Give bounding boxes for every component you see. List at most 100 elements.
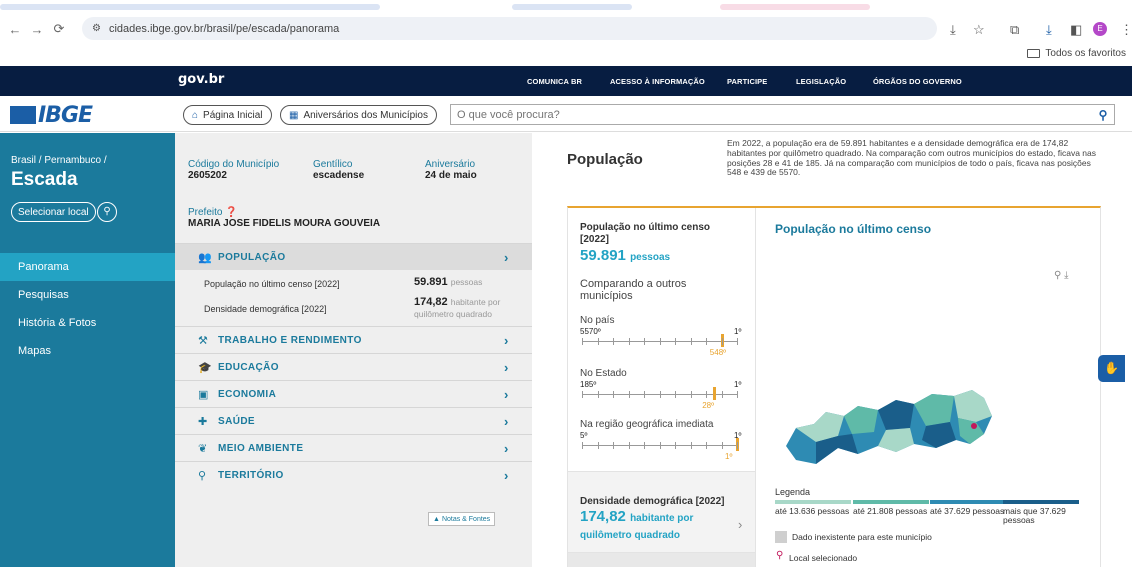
search-icon[interactable]: ⚲ (1092, 108, 1114, 122)
row-value: 59.891 pessoas (414, 276, 483, 288)
location-pin-icon[interactable]: ⚲ (97, 202, 117, 222)
url-text[interactable]: cidades.ibge.gov.br/brasil/pe/escada/pan… (109, 23, 339, 35)
topic-territorio[interactable]: ⚲ TERRITÓRIO › (175, 461, 532, 488)
ranking-tick (659, 338, 661, 345)
legend-label: mais que 37.629 pessoas (1003, 506, 1066, 526)
map-region (954, 390, 992, 422)
back-icon[interactable]: ← (4, 22, 26, 37)
density-title: Densidade demográfica [2022] (580, 496, 725, 507)
card-indicator-value: 59.891 pessoas (580, 247, 671, 264)
extensions-icon[interactable]: ⧉ (1010, 22, 1019, 38)
gov-link[interactable]: PARTICIPE (727, 77, 767, 86)
aniversario-label: Aniversário (425, 159, 476, 170)
download-icon[interactable]: ⤓ (1046, 22, 1052, 38)
help-icon: ❓ (225, 207, 238, 218)
chevron-right-icon: › (504, 440, 509, 456)
menu-icon[interactable]: ⋮ (1120, 22, 1132, 38)
chevron-right-icon: › (504, 413, 509, 429)
health-icon: ✚ (198, 415, 208, 428)
ranking-max: 1º (734, 327, 742, 336)
code-value: 2605202 (188, 170, 227, 181)
breadcrumb[interactable]: Brasil / Pernambuco / (11, 155, 107, 166)
population-card: População no último censo [2022] 59.891 … (567, 206, 1101, 567)
next-card-stub[interactable] (568, 553, 755, 567)
legend-color-bar (853, 500, 929, 504)
ranking-tick (597, 338, 599, 345)
row-label: População no último censo [2022] (204, 279, 340, 289)
legend-label: até 21.808 pessoas (853, 506, 928, 516)
home-button[interactable]: ⌂ Página Inicial (183, 105, 272, 125)
topic-educacao[interactable]: 🎓 EDUCAÇÃO › (175, 353, 532, 380)
municipio-panel: Código do Município 2605202 Gentílico es… (175, 133, 532, 567)
worker-icon: ⚒ (198, 334, 208, 347)
search-input[interactable] (451, 105, 1092, 124)
ranking-tick (690, 338, 692, 345)
money-icon: ▣ (198, 388, 209, 401)
ranking-tick (597, 442, 599, 449)
code-label: Código do Município (188, 159, 280, 170)
ranking-tick (690, 442, 692, 449)
row-label: Densidade demográfica [2022] (204, 304, 327, 314)
notes-button[interactable]: ▲ Notas & Fontes (428, 512, 496, 526)
topic-label: TERRITÓRIO (218, 469, 284, 481)
zoom-icon[interactable]: ⚲ (1054, 270, 1061, 281)
reload-icon[interactable]: ⟳ (48, 21, 70, 37)
gov-link[interactable]: COMUNICA BR (527, 77, 582, 86)
sidebar-item-panorama[interactable]: Panorama (0, 253, 175, 281)
site-settings-icon[interactable]: ⚙ (92, 23, 101, 34)
gentilico-value: escadense (313, 170, 365, 181)
ranking-tick (721, 391, 723, 398)
ranking-country: No país 5570º 1º 548º (580, 315, 741, 357)
ranking-tick (582, 391, 583, 398)
gentilico-label: Gentílico (313, 159, 353, 170)
chevron-right-icon: › (504, 359, 509, 375)
ranking-marker (713, 387, 717, 400)
ibge-logo[interactable]: IBGE (10, 103, 93, 128)
legend-color-bar (775, 500, 851, 504)
density-card[interactable]: Densidade demográfica [2022] 174,82 habi… (568, 471, 755, 553)
sidepanel-icon[interactable]: ◧ (1070, 22, 1082, 38)
ranking-tick (582, 338, 583, 345)
sidebar-item-pesquisas[interactable]: Pesquisas (0, 281, 175, 309)
bookmarks-folder[interactable]: Todos os favoritos (1027, 48, 1126, 59)
gov-link[interactable]: LEGISLAÇÃO (796, 77, 846, 86)
row-value: 174,82 habitante por quilômetro quadrado (414, 296, 501, 320)
ranking-tick (675, 442, 676, 449)
browser-toolbar: ← → ⟳ ⚙ cidades.ibge.gov.br/brasil/pe/es… (0, 14, 1132, 44)
select-location-button[interactable]: Selecionar local (11, 202, 96, 222)
location-pin-icon: ⚲ (776, 550, 784, 561)
pernambuco-map[interactable] (786, 388, 996, 468)
chevron-right-icon: › (504, 467, 509, 483)
topic-saude[interactable]: ✚ SAÚDE › (175, 407, 532, 434)
topic-label: ECONOMIA (218, 388, 277, 400)
gov-link[interactable]: ACESSO À INFORMAÇÃO (610, 77, 705, 86)
accessibility-hand-icon[interactable]: ✋ (1098, 355, 1125, 382)
forward-icon[interactable]: → (26, 22, 48, 37)
card-indicator-title: População no último censo [2022] (580, 222, 711, 245)
aniversario-value: 24 de maio (425, 170, 477, 181)
ranking-tick (675, 391, 676, 398)
browser-tab-strip (0, 0, 1132, 14)
sidebar-item-mapas[interactable]: Mapas (0, 337, 175, 365)
topic-economia[interactable]: ▣ ECONOMIA › (175, 380, 532, 407)
download-icon[interactable]: ⤓ (1064, 270, 1068, 281)
bookmarks-bar: Todos os favoritos (0, 44, 1132, 66)
bookmark-star-icon[interactable]: ☆ (973, 22, 985, 38)
install-icon[interactable]: ⤓ (950, 22, 956, 38)
govbr-logo[interactable]: gov.br (178, 72, 224, 87)
search-box: ⚲ (450, 104, 1115, 125)
pin-icon: ⚲ (198, 469, 207, 482)
topic-meio-ambiente[interactable]: ❦ MEIO AMBIENTE › (175, 434, 532, 461)
bookmarks-folder-label: Todos os favoritos (1045, 48, 1126, 59)
sidebar-item-historia[interactable]: História & Fotos (0, 309, 175, 337)
gov-link[interactable]: ÓRGÃOS DO GOVERNO (873, 77, 962, 86)
topic-populacao[interactable]: 👥 POPULAÇÃO › (175, 243, 532, 270)
legend-selected-label: Local selecionado (789, 553, 858, 563)
topic-trabalho[interactable]: ⚒ TRABALHO E RENDIMENTO › (175, 326, 532, 353)
topic-label: EDUCAÇÃO (218, 361, 279, 373)
home-icon: ⌂ (192, 109, 199, 121)
anniversaries-button[interactable]: ▦ Aniversários dos Municípios (280, 105, 437, 125)
address-bar[interactable]: ⚙ cidades.ibge.gov.br/brasil/pe/escada/p… (82, 17, 937, 40)
chevron-right-icon: › (504, 386, 509, 402)
profile-avatar[interactable]: E (1093, 22, 1107, 36)
